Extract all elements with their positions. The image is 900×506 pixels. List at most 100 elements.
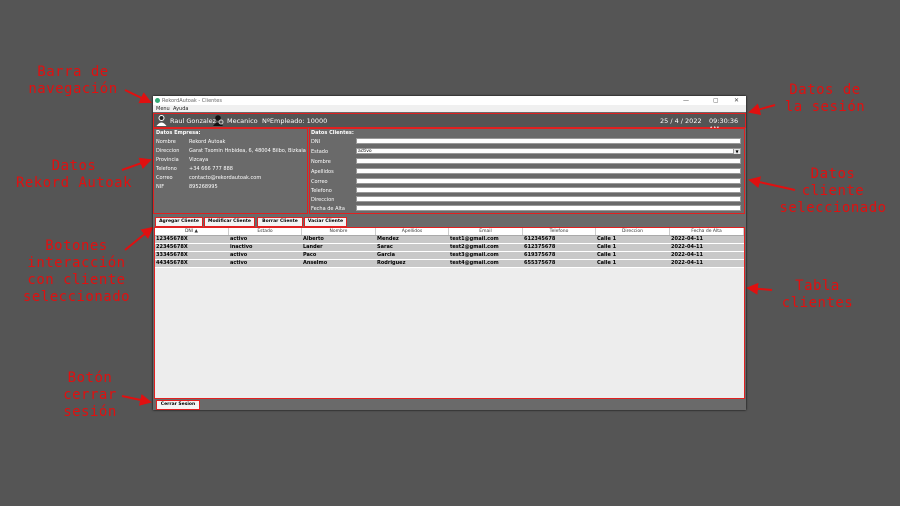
direccion-field[interactable] (356, 196, 741, 202)
table-cell: inactivo (230, 244, 253, 250)
client-panel: Datos Clientes: DNI Estado activo ▼ Nomb… (309, 128, 745, 214)
company-label: Direccion (156, 148, 180, 154)
client-field-label: Correo (311, 179, 328, 185)
table-cell: Mendez (377, 236, 399, 242)
delete-client-button[interactable]: Borrar Cliente (257, 217, 303, 227)
clear-client-button[interactable]: Vaciar Cliente (304, 217, 347, 227)
table-cell: test2@gmail.com (450, 244, 499, 250)
company-label: Correo (156, 175, 173, 181)
company-value: Vizcaya (189, 157, 209, 163)
client-field-label: Fecha de Alta (311, 206, 345, 212)
app-window: RekordAutoak - Clientes — ▢ ✕ Menu Ayuda… (153, 96, 746, 410)
column-header[interactable]: Direccion (596, 228, 670, 235)
table-row[interactable]: 33345678X activo Paco Garcia test3@gmail… (155, 252, 744, 260)
company-value: 895268995 (189, 184, 218, 190)
menu-item-menu[interactable]: Menu (156, 106, 170, 112)
client-field-label: Telefono (311, 188, 332, 194)
nombre-field[interactable] (356, 158, 741, 164)
table-cell: 44345678X (156, 260, 188, 266)
client-field-label: Nombre (311, 159, 331, 165)
add-client-button[interactable]: Agregar Cliente (155, 217, 203, 227)
table-cell: 619375678 (524, 252, 556, 258)
table-cell: Lander (303, 244, 323, 250)
table-cell: 2022-04-11 (671, 252, 703, 258)
company-value: Rekord Autoak (189, 139, 226, 145)
logout-button[interactable]: Cerrar Sesion (156, 400, 200, 410)
table-cell: activo (230, 260, 248, 266)
session-date: 25 / 4 / 2022 (660, 117, 702, 125)
window-title: RekordAutoak - Clientes (162, 98, 222, 104)
table-cell: 22345678X (156, 244, 188, 250)
annotation-session: Datos de la sesión (784, 82, 866, 115)
annotation-company: Datos Rekord Autoak (15, 158, 133, 191)
company-label: Nombre (156, 139, 176, 145)
table-row[interactable]: 22345678X inactivo Lander Sarac test2@gm… (155, 244, 744, 252)
table-cell: 655375678 (524, 260, 556, 266)
session-user: Raul Gonzalez (170, 117, 217, 125)
company-panel: Datos Empresa: Nombre Rekord Autoak Dire… (153, 128, 308, 214)
client-field-label: Apellidos (311, 169, 334, 175)
annotation-navbar: Barra de navegación (28, 64, 118, 97)
estado-select[interactable]: activo ▼ (356, 148, 741, 154)
maximize-icon[interactable]: ▢ (713, 97, 719, 104)
correo-field[interactable] (356, 178, 741, 184)
menu-bar: Menu Ayuda (153, 105, 746, 112)
table-row[interactable]: 12345678X activo Alberto Mendez test1@gm… (155, 236, 744, 244)
company-label: NIF (156, 184, 165, 190)
close-icon[interactable]: ✕ (734, 97, 739, 104)
table-cell: Anselmo (303, 260, 328, 266)
client-heading: Datos Clientes: (311, 130, 354, 136)
title-bar: RekordAutoak - Clientes — ▢ ✕ (153, 96, 746, 105)
annotation-buttons: Botones interacción con cliente seleccio… (22, 238, 131, 305)
table-cell: test3@gmail.com (450, 252, 499, 258)
annotation-client: Datos cliente seleccionado (779, 166, 887, 216)
menu-item-ayuda[interactable]: Ayuda (173, 106, 188, 112)
table-cell: activo (230, 236, 248, 242)
table-cell: test4@gmail.com (450, 260, 499, 266)
session-header: Raul Gonzalez Mecanico NºEmpleado: 10000… (153, 113, 746, 133)
table-cell: Rodriguez (377, 260, 406, 266)
annotation-logout: Botón cerrar sesión (63, 370, 117, 420)
table-cell: Calle 1 (597, 244, 617, 250)
table-cell: 2022-04-11 (671, 260, 703, 266)
company-label: Telefono (156, 166, 177, 172)
table-cell: Calle 1 (597, 260, 617, 266)
session-employee: NºEmpleado: 10000 (262, 117, 328, 125)
table-cell: activo (230, 252, 248, 258)
session-role: Mecanico (227, 117, 258, 125)
client-field-label: Estado (311, 149, 329, 155)
table-cell: Calle 1 (597, 252, 617, 258)
apellidos-field[interactable] (356, 168, 741, 174)
table-header: DNI ▲ Estado Nombre Apellidos Email Tele… (155, 228, 744, 236)
column-header[interactable]: Estado (229, 228, 302, 235)
table-cell: Calle 1 (597, 236, 617, 242)
column-header[interactable]: DNI ▲ (155, 228, 229, 235)
edit-client-button[interactable]: Modificar Cliente (204, 217, 255, 227)
table-cell: 612345678 (524, 236, 556, 242)
minimize-icon[interactable]: — (683, 97, 689, 104)
user-avatar-icon (156, 115, 167, 126)
chevron-down-icon[interactable]: ▼ (733, 149, 740, 154)
column-header[interactable]: Email (449, 228, 523, 235)
column-header[interactable]: Apellidos (376, 228, 449, 235)
company-value: contacto@rekordautoak.com (189, 175, 262, 181)
telefono-field[interactable] (356, 187, 741, 193)
fecha-alta-field[interactable] (356, 205, 741, 211)
table-cell: 2022-04-11 (671, 236, 703, 242)
table-cell: 12345678X (156, 236, 188, 242)
column-header[interactable]: Nombre (302, 228, 376, 235)
column-header[interactable]: Telefono (523, 228, 596, 235)
table-row[interactable]: 44345678X activo Anselmo Rodriguez test4… (155, 260, 744, 268)
company-value: +34 666 777 888 (189, 166, 233, 172)
table-cell: Alberto (303, 236, 324, 242)
client-field-label: Direccion (311, 197, 335, 203)
table-cell: 33345678X (156, 252, 188, 258)
column-header[interactable]: Fecha de Alta (670, 228, 744, 235)
mechanic-icon (213, 115, 224, 126)
annotation-table: Tabla clientes (781, 278, 854, 311)
clients-table[interactable]: DNI ▲ Estado Nombre Apellidos Email Tele… (154, 227, 745, 399)
table-cell: Sarac (377, 244, 393, 250)
table-cell: Garcia (377, 252, 395, 258)
table-cell: 2022-04-11 (671, 244, 703, 250)
dni-field[interactable] (356, 138, 741, 144)
